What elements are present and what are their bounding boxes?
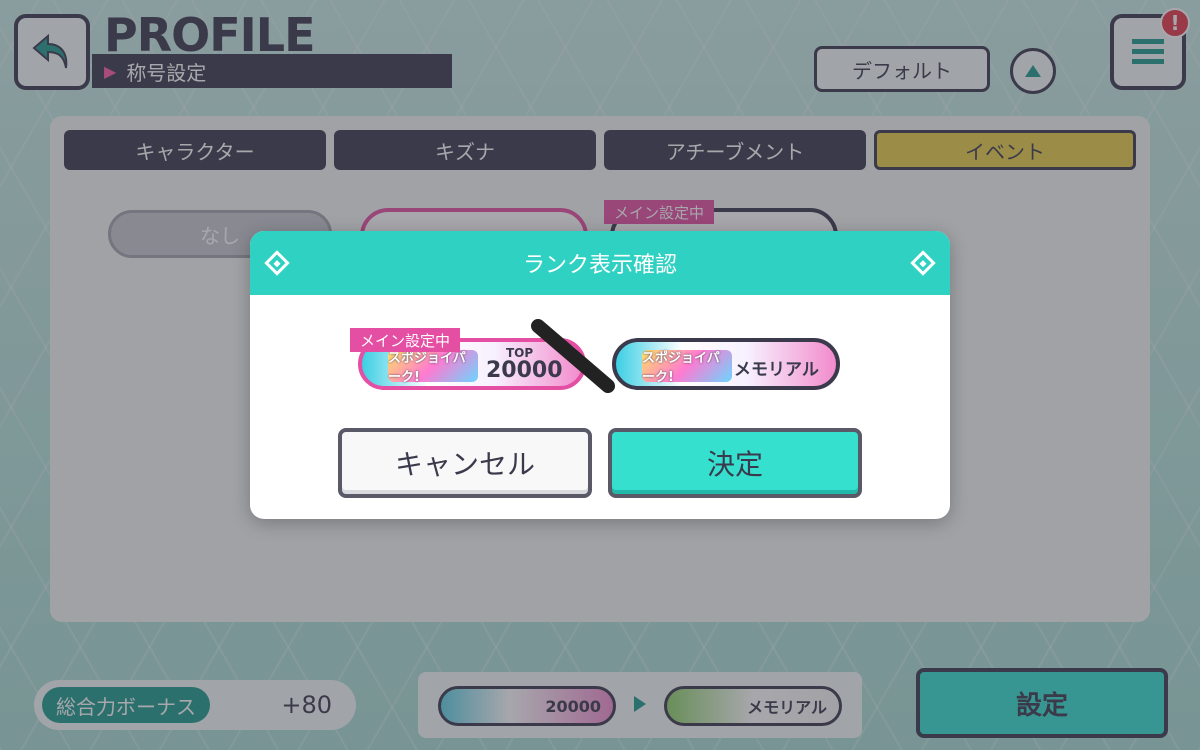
event-logo: スポジョイパーク! [642,350,732,385]
dialog-header: ランク表示確認 [250,231,950,295]
scribble-mark [531,319,615,393]
diamond-icon [264,250,290,276]
confirm-button[interactable]: 決定 [608,428,862,498]
memorial-title-card[interactable]: スポジョイパーク! メモリアル [612,338,840,390]
diamond-icon [910,250,936,276]
dialog-title: ランク表示確認 [522,253,677,278]
cancel-button[interactable]: キャンセル [338,428,592,498]
memorial-label: メモリアル [734,360,819,380]
main-setting-tag: メイン設定中 [350,328,461,352]
event-logo: スポジョイパーク! [388,350,478,385]
